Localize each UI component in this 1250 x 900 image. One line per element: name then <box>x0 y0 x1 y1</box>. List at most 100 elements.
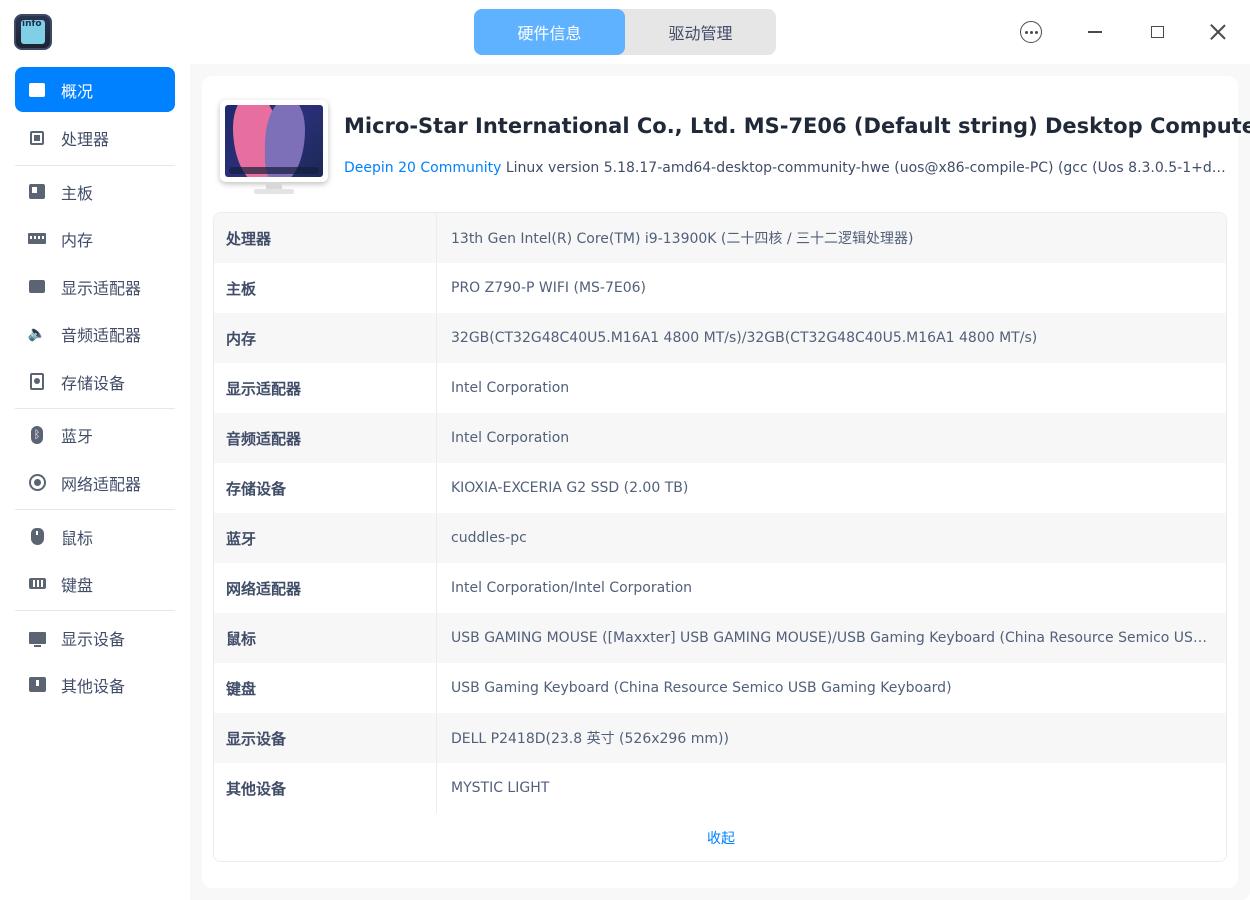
row-value: MYSTIC LIGHT <box>451 780 550 796</box>
keyboard-icon <box>27 574 47 594</box>
sidebar-item-label: 其他设备 <box>61 676 126 696</box>
storage-icon <box>27 372 47 392</box>
tab-driver-management[interactable]: 驱动管理 <box>625 9 776 55</box>
sidebar-item-label: 显示适配器 <box>61 278 142 298</box>
computer-icon <box>220 100 328 196</box>
close-button[interactable] <box>1202 16 1234 48</box>
sidebar-item-label: 概况 <box>61 81 94 101</box>
sidebar-item-overview[interactable]: 概况 <box>15 67 175 112</box>
sidebar-item-label: 蓝牙 <box>61 426 94 446</box>
row-value: Intel Corporation <box>451 430 570 446</box>
sidebar: 概况 处理器 主板 内存 显示适配器 🔈 音频适配器 存储设备 ᛒ 蓝牙 网络适… <box>0 64 190 900</box>
other-devices-icon <box>27 675 47 695</box>
row-key: 处理器 <box>214 213 437 263</box>
row-key: 存储设备 <box>214 463 437 513</box>
overview-table: 处理器 13th Gen Intel(R) Core(TM) i9-13900K… <box>213 212 1227 862</box>
motherboard-icon <box>27 182 47 202</box>
app-icon-text: info <box>22 19 42 29</box>
row-value: DELL P2418D(23.8 英寸 (526x296 mm)) <box>451 731 729 747</box>
sidebar-item-memory[interactable]: 内存 <box>15 216 175 261</box>
display-adapter-icon <box>27 277 47 297</box>
sidebar-divider <box>15 165 175 166</box>
table-row[interactable]: 其他设备 MYSTIC LIGHT <box>214 763 1226 813</box>
title-bar: info 硬件信息 驱动管理 <box>0 0 1250 64</box>
overview-icon <box>27 80 47 100</box>
table-row[interactable]: 鼠标 USB GAMING MOUSE ([Maxxter] USB GAMIN… <box>214 613 1226 663</box>
row-value: cuddles-pc <box>451 530 527 546</box>
row-value: USB GAMING MOUSE ([Maxxter] USB GAMING M… <box>451 630 1221 646</box>
sidebar-item-display-adapter[interactable]: 显示适配器 <box>15 264 175 309</box>
sidebar-item-network-adapter[interactable]: 网络适配器 <box>15 460 175 505</box>
sidebar-divider <box>15 610 175 611</box>
computer-model-title: Micro-Star International Co., Ltd. MS-7E… <box>344 114 1250 138</box>
row-value: 13th Gen Intel(R) Core(TM) i9-13900K (二十… <box>451 231 914 247</box>
table-row[interactable]: 处理器 13th Gen Intel(R) Core(TM) i9-13900K… <box>214 213 1226 263</box>
app-icon: info <box>14 14 52 50</box>
row-value: Intel Corporation <box>451 380 570 396</box>
monitor-icon <box>27 628 47 648</box>
table-row[interactable]: 键盘 USB Gaming Keyboard (China Resource S… <box>214 663 1226 713</box>
table-row[interactable]: 网络适配器 Intel Corporation/Intel Corporatio… <box>214 563 1226 613</box>
mouse-icon <box>27 527 47 547</box>
more-icon <box>1020 21 1042 43</box>
sidebar-item-bluetooth[interactable]: ᛒ 蓝牙 <box>15 412 175 457</box>
maximize-icon <box>1150 26 1164 38</box>
sidebar-item-audio-adapter[interactable]: 🔈 音频适配器 <box>15 311 175 356</box>
row-key: 主板 <box>214 263 437 313</box>
cpu-icon <box>27 128 47 148</box>
os-info: Deepin 20 Community Linux version 5.18.1… <box>344 160 1226 176</box>
row-value: PRO Z790-P WIFI (MS-7E06) <box>451 280 647 296</box>
sidebar-item-other-devices[interactable]: 其他设备 <box>15 662 175 707</box>
sidebar-item-label: 处理器 <box>61 129 110 149</box>
row-value: 32GB(CT32G48C40U5.M16A1 4800 MT/s)/32GB(… <box>451 330 1038 346</box>
sidebar-divider <box>15 509 175 510</box>
overview-panel: Micro-Star International Co., Ltd. MS-7E… <box>202 76 1250 888</box>
table-row[interactable]: 主板 PRO Z790-P WIFI (MS-7E06) <box>214 263 1226 313</box>
minimize-icon <box>1088 31 1102 33</box>
table-row[interactable]: 内存 32GB(CT32G48C40U5.M16A1 4800 MT/s)/32… <box>214 313 1226 363</box>
row-value: USB Gaming Keyboard (China Resource Semi… <box>451 680 952 696</box>
row-key: 网络适配器 <box>214 563 437 613</box>
row-key: 键盘 <box>214 663 437 713</box>
table-row[interactable]: 音频适配器 Intel Corporation <box>214 413 1226 463</box>
sidebar-item-label: 内存 <box>61 230 94 250</box>
os-version-link[interactable]: Deepin 20 Community <box>344 160 501 176</box>
view-switcher: 硬件信息 驱动管理 <box>474 9 776 55</box>
row-key: 蓝牙 <box>214 513 437 563</box>
tab-hardware-info[interactable]: 硬件信息 <box>474 9 625 55</box>
table-row[interactable]: 显示适配器 Intel Corporation <box>214 363 1226 413</box>
sidebar-item-keyboard[interactable]: 键盘 <box>15 561 175 606</box>
sidebar-item-label: 鼠标 <box>61 528 94 548</box>
sidebar-item-mouse[interactable]: 鼠标 <box>15 514 175 559</box>
maximize-button[interactable] <box>1141 16 1173 48</box>
sidebar-item-motherboard[interactable]: 主板 <box>15 169 175 214</box>
memory-icon <box>27 229 47 249</box>
sidebar-item-label: 主板 <box>61 183 94 203</box>
table-row[interactable]: 存储设备 KIOXIA-EXCERIA G2 SSD (2.00 TB) <box>214 463 1226 513</box>
sidebar-item-monitor[interactable]: 显示设备 <box>15 615 175 660</box>
row-value: Intel Corporation/Intel Corporation <box>451 580 693 596</box>
menu-button[interactable] <box>1015 16 1047 48</box>
row-key: 其他设备 <box>214 763 437 813</box>
sidebar-item-label: 音频适配器 <box>61 325 142 345</box>
sidebar-item-label: 显示设备 <box>61 629 126 649</box>
collapse-button[interactable]: 收起 <box>214 813 1226 861</box>
sidebar-divider <box>15 408 175 409</box>
sidebar-item-storage[interactable]: 存储设备 <box>15 359 175 404</box>
close-icon <box>1210 24 1226 40</box>
sidebar-item-label: 网络适配器 <box>61 474 142 494</box>
table-row[interactable]: 显示设备 DELL P2418D(23.8 英寸 (526x296 mm)) <box>214 713 1226 763</box>
minimize-button[interactable] <box>1079 16 1111 48</box>
audio-adapter-icon: 🔈 <box>27 324 47 342</box>
row-key: 内存 <box>214 313 437 363</box>
kernel-version: Linux version 5.18.17-amd64-desktop-comm… <box>501 160 1226 176</box>
row-key: 鼠标 <box>214 613 437 663</box>
network-adapter-icon <box>27 473 47 493</box>
sidebar-item-cpu[interactable]: 处理器 <box>15 115 175 160</box>
table-row[interactable]: 蓝牙 cuddles-pc <box>214 513 1226 563</box>
row-key: 音频适配器 <box>214 413 437 463</box>
sidebar-item-label: 键盘 <box>61 575 94 595</box>
row-key: 显示适配器 <box>214 363 437 413</box>
row-key: 显示设备 <box>214 713 437 763</box>
device-manager-window: info 硬件信息 驱动管理 概况 处理器 主板 内存 显示适配器 🔈 音频适配… <box>0 0 1250 900</box>
